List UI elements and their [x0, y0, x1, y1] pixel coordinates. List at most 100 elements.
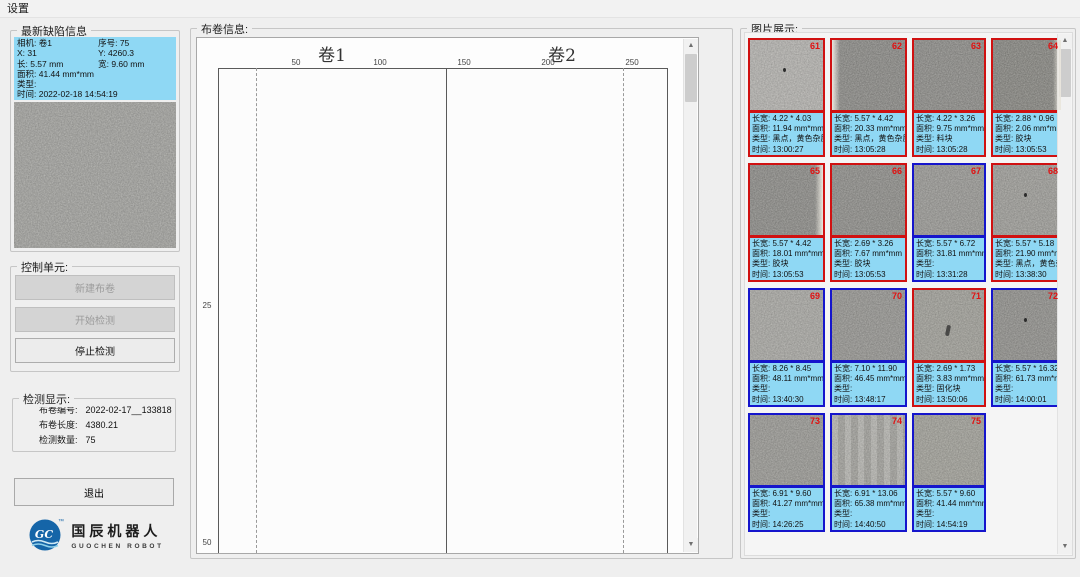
defect-info-text: 长宽: 4.22 * 4.03 面积: 11.94 mm*mm 类型: 黑点，黄… — [748, 112, 825, 157]
defect-size-row: 长宽: 7.10 * 11.90 — [834, 364, 903, 374]
defect-time-row: 时间: 13:00:27 — [752, 145, 821, 155]
defect-size-row: 长宽: 5.57 * 6.72 — [916, 239, 982, 249]
defect-thumbnail: 62 — [830, 38, 907, 112]
y-axis-tick: 25 — [199, 301, 215, 310]
svg-text:GC: GC — [35, 528, 53, 541]
control-unit-title: 控制单元: — [17, 259, 72, 275]
defect-area-row: 面积: 61.73 mm*mm — [995, 374, 1059, 384]
defect-info-text: 长宽: 5.57 * 4.42 面积: 18.01 mm*mm 类型: 胶块 时… — [748, 237, 825, 282]
menu-bar: 设置 — [0, 0, 1080, 18]
defect-info-text: 长宽: 8.26 * 8.45 面积: 48.11 mm*mm 类型: 时间: … — [748, 362, 825, 407]
company-logo: GC ™ 国辰机器人 GUOCHEN ROBOT — [18, 512, 174, 558]
defect-id-label: 74 — [892, 416, 902, 426]
defect-time-row: 时间: 13:50:06 — [916, 395, 982, 405]
defect-cell[interactable]: 66 长宽: 2.69 * 3.26 面积: 7.67 mm*mm 类型: 胶块… — [830, 163, 907, 282]
defect-size-row: 长宽: 8.26 * 8.45 — [752, 364, 821, 374]
defect-cell[interactable]: 74 长宽: 6.91 * 13.06 面积: 65.38 mm*mm 类型: … — [830, 413, 907, 532]
defect-id-label: 61 — [810, 41, 820, 51]
defect-thumbnail: 73 — [748, 413, 825, 487]
defect-id-label: 73 — [810, 416, 820, 426]
defect-area-row: 面积: 21.90 mm*mm — [995, 249, 1059, 259]
defect-thumbnail: 75 — [912, 413, 986, 487]
x-axis-tick: 200 — [541, 58, 554, 67]
defect-cell[interactable]: 61 长宽: 4.22 * 4.03 面积: 11.94 mm*mm 类型: 黑… — [748, 38, 825, 157]
defect-id-label: 66 — [892, 166, 902, 176]
logo-badge-icon: GC ™ — [28, 516, 64, 554]
scroll-down-icon[interactable]: ▼ — [684, 538, 698, 552]
defect-id-label: 67 — [971, 166, 981, 176]
latest-defect-groupbox: 最新缺陷信息 相机: 卷1序号: 75X: 31Y: 4260.3长: 5.57… — [10, 30, 180, 252]
roll-length-label: 布卷长度: — [39, 418, 78, 433]
roll-map-plot-area — [218, 68, 668, 554]
defect-type-row: 类型: — [834, 384, 903, 394]
defect-time-row: 时间: 13:05:28 — [834, 145, 903, 155]
defect-cell[interactable]: 75 长宽: 5.57 * 9.60 面积: 41.44 mm*mm 类型: 时… — [912, 413, 986, 532]
defect-cell[interactable]: 69 长宽: 8.26 * 8.45 面积: 48.11 mm*mm 类型: 时… — [748, 288, 825, 407]
defect-time-row: 时间: 13:38:30 — [995, 270, 1059, 280]
roll1-edge-guide — [256, 68, 257, 553]
defect-info-row: 长: 5.57 mm宽: 9.60 mm — [17, 59, 173, 69]
defect-info-text: 长宽: 5.57 * 16.32 面积: 61.73 mm*mm 类型: 时间:… — [991, 362, 1063, 407]
roll-id-value: 2022-02-17__133818 — [86, 403, 172, 418]
defect-time-row: 时间: 14:00:01 — [995, 395, 1059, 405]
defect-id-label: 62 — [892, 41, 902, 51]
scrollbar-thumb[interactable] — [685, 54, 697, 102]
defect-size-row: 长宽: 6.91 * 9.60 — [752, 489, 821, 499]
defect-cell[interactable]: 63 长宽: 4.22 * 3.26 面积: 9.75 mm*mm 类型: 料块… — [912, 38, 986, 157]
defect-info-text: 长宽: 5.57 * 4.42 面积: 20.33 mm*mm 类型: 黑点，黄… — [830, 112, 907, 157]
roll-info-title: 布卷信息: — [197, 21, 252, 37]
svg-text:™: ™ — [58, 518, 64, 525]
defect-cell[interactable]: 65 长宽: 5.57 * 4.42 面积: 18.01 mm*mm 类型: 胶… — [748, 163, 825, 282]
detection-count-value: 75 — [86, 433, 96, 448]
defect-time-row: 时间: 14:40:50 — [834, 520, 903, 530]
defect-type-row: 类型: — [752, 384, 821, 394]
defect-mark — [783, 68, 786, 72]
menu-item-settings[interactable]: 设置 — [0, 0, 36, 18]
defect-info-row: 时间: 2022-02-18 14:54:19 — [17, 89, 173, 99]
defect-time-row: 时间: 13:40:30 — [752, 395, 821, 405]
defect-size-row: 长宽: 5.57 * 9.60 — [916, 489, 982, 499]
roll-map-scrollbar[interactable]: ▲ ▼ — [683, 39, 697, 552]
defect-cell[interactable]: 73 长宽: 6.91 * 9.60 面积: 41.27 mm*mm 类型: 时… — [748, 413, 825, 532]
defect-info-row: X: 31Y: 4260.3 — [17, 48, 173, 58]
defect-info-text: 长宽: 5.57 * 6.72 面积: 31.81 mm*mm 类型: 时间: … — [912, 237, 986, 282]
defect-id-label: 64 — [1048, 41, 1058, 51]
app-window: 设置 最新缺陷信息 相机: 卷1序号: 75X: 31Y: 4260.3长: 5… — [0, 0, 1080, 577]
defect-type-row: 类型: 胶块 — [834, 259, 903, 269]
defect-cell[interactable]: 68 长宽: 5.57 * 5.18 面积: 21.90 mm*mm 类型: 黑… — [991, 163, 1063, 282]
defect-thumbnail: 72 — [991, 288, 1063, 362]
roll-map-chart[interactable]: 卷1 卷2 50100150200250 2550 ▲ ▼ — [196, 37, 699, 554]
defect-cell[interactable]: 72 长宽: 5.57 * 16.32 面积: 61.73 mm*mm 类型: … — [991, 288, 1063, 407]
y-axis-tick: 50 — [199, 538, 215, 547]
defect-id-label: 63 — [971, 41, 981, 51]
exit-button[interactable]: 退出 — [14, 478, 174, 506]
defect-preview-image[interactable] — [14, 102, 176, 248]
defect-info-field: 长: 5.57 mm — [17, 59, 98, 69]
defect-cell[interactable]: 67 长宽: 5.57 * 6.72 面积: 31.81 mm*mm 类型: 时… — [912, 163, 986, 282]
detection-display-groupbox: 检测显示: 布卷编号: 2022-02-17__133818 布卷长度: 438… — [12, 398, 176, 452]
defect-thumbnail: 61 — [748, 38, 825, 112]
defect-cell[interactable]: 70 长宽: 7.10 * 11.90 面积: 46.45 mm*mm 类型: … — [830, 288, 907, 407]
defect-cell[interactable]: 71 长宽: 2.69 * 1.73 面积: 3.83 mm*mm 类型: 固化… — [912, 288, 986, 407]
defect-size-row: 长宽: 5.57 * 4.42 — [752, 239, 821, 249]
scroll-up-icon[interactable]: ▲ — [684, 39, 698, 53]
defect-cell[interactable]: 64 长宽: 2.88 * 0.96 面积: 2.06 mm*mm 类型: 胶块… — [991, 38, 1063, 157]
defect-image-list: 61 长宽: 4.22 * 4.03 面积: 11.94 mm*mm 类型: 黑… — [744, 32, 1073, 556]
roll2-title: 卷2 — [487, 41, 637, 66]
defect-type-row: 类型: — [916, 259, 982, 269]
defect-thumbnail: 66 — [830, 163, 907, 237]
defect-time-row: 时间: 14:54:19 — [916, 520, 982, 530]
defect-size-row: 长宽: 2.69 * 3.26 — [834, 239, 903, 249]
stop-detection-button[interactable]: 停止检测 — [15, 338, 175, 363]
defect-info-field: 类型: — [17, 79, 36, 89]
logo-name-cn: 国辰机器人 — [71, 521, 163, 541]
defect-info-field: 宽: 9.60 mm — [98, 59, 173, 69]
start-detection-button: 开始检测 — [15, 307, 175, 332]
defect-info-text: 长宽: 5.57 * 5.18 面积: 21.90 mm*mm 类型: 黑点，黄… — [991, 237, 1063, 282]
defect-type-row: 类型: — [752, 509, 821, 519]
scroll-down-icon[interactable]: ▼ — [1058, 540, 1072, 554]
defect-cell[interactable]: 62 长宽: 5.57 * 4.42 面积: 20.33 mm*mm 类型: 黑… — [830, 38, 907, 157]
image-list-scrollbar[interactable]: ▲ ▼ — [1057, 34, 1071, 554]
defect-info-field: Y: 4260.3 — [98, 48, 173, 58]
defect-area-row: 面积: 65.38 mm*mm — [834, 499, 903, 509]
